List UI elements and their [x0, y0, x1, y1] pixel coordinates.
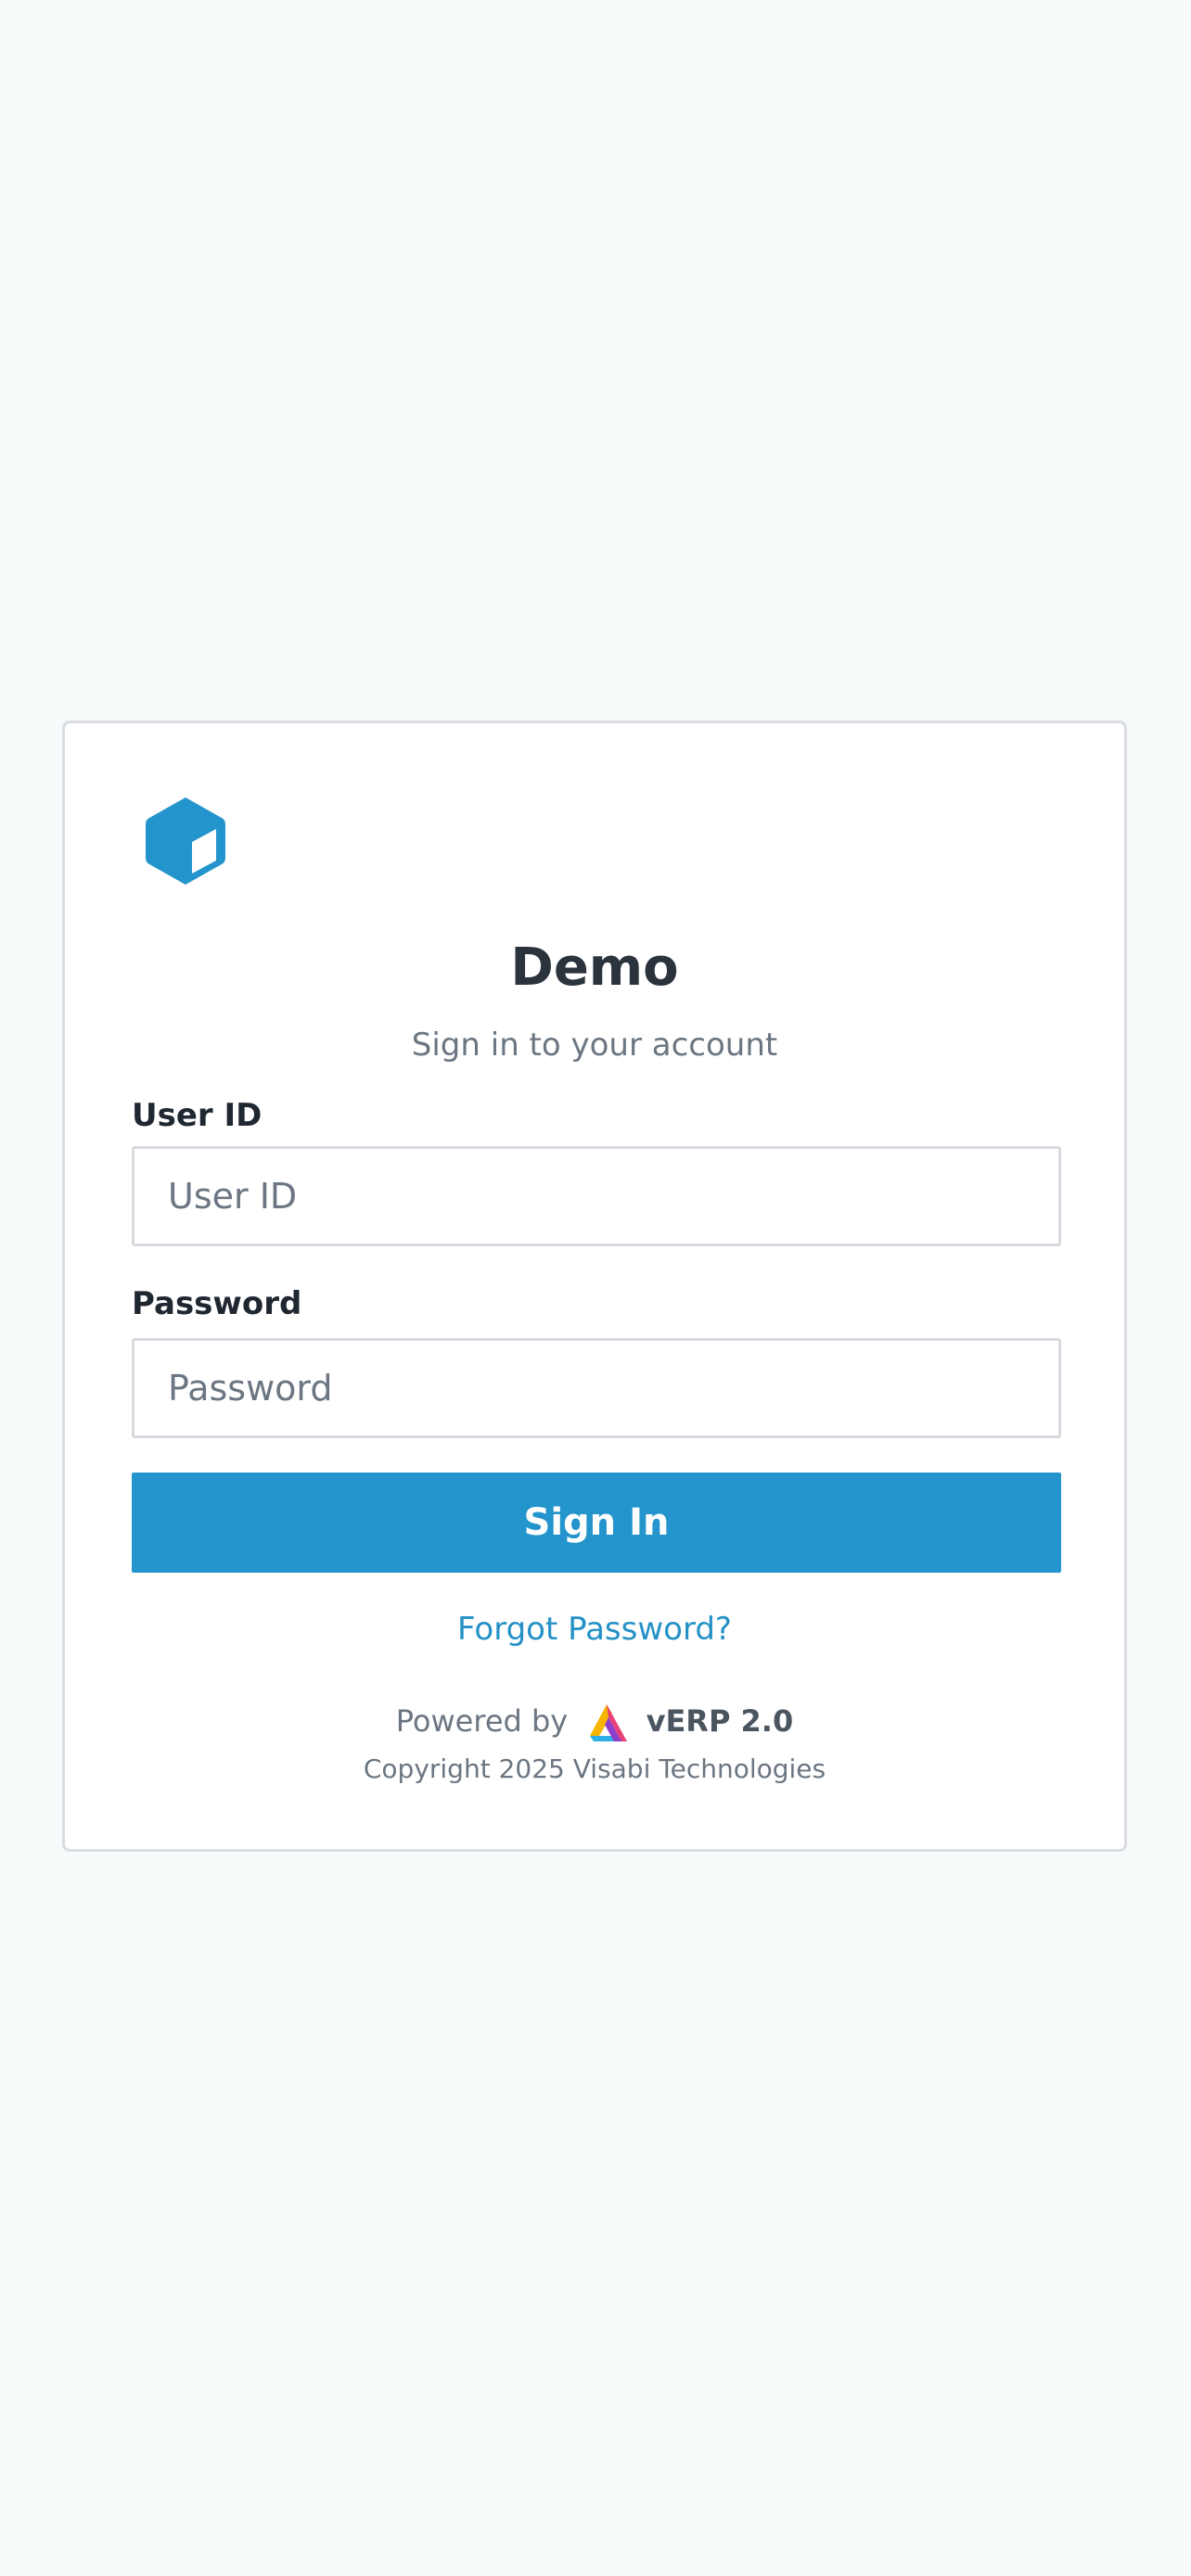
sign-in-button[interactable]: Sign In [132, 1473, 1061, 1573]
forgot-password-link[interactable]: Forgot Password? [457, 1611, 732, 1648]
password-input[interactable] [132, 1338, 1061, 1438]
cube-icon [146, 797, 225, 885]
copyright-text: Copyright 2025 Visabi Technologies [363, 1753, 826, 1784]
user-id-input[interactable] [132, 1146, 1061, 1246]
password-label: Password [132, 1285, 302, 1322]
page-title: Demo [510, 937, 679, 998]
forgot-password-row: Forgot Password? [65, 1610, 1124, 1649]
user-id-label: User ID [132, 1097, 263, 1134]
powered-by-label: Powered by [395, 1703, 569, 1739]
verp-triangle-logo-icon [590, 1704, 628, 1741]
powered-by-row: Powered by vERP 2.0 [65, 1697, 1124, 1745]
product-name: vERP 2.0 [646, 1703, 794, 1739]
page-subtitle: Sign in to your account [411, 1027, 778, 1064]
login-card: Demo Sign in to your account User ID Pas… [62, 721, 1127, 1852]
